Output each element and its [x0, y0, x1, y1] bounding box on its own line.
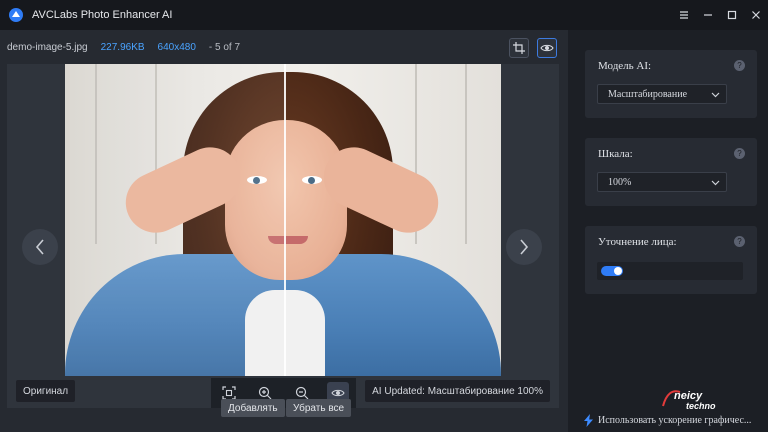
- remove-all-button[interactable]: Убрать все: [286, 399, 352, 417]
- gpu-acceleration-label: Использовать ускорение графичес...: [598, 415, 752, 426]
- file-index: - 5 of 7: [208, 41, 241, 53]
- help-icon[interactable]: ?: [734, 236, 745, 247]
- ai-model-card: Модель AI: ? Масштабирование: [585, 50, 757, 118]
- gpu-acceleration-option[interactable]: Использовать ускорение графичес...: [584, 414, 751, 427]
- file-size: 227.96KB: [100, 41, 145, 53]
- subject-eye: [302, 176, 322, 184]
- maximize-icon[interactable]: [720, 0, 744, 30]
- compare-split-handle[interactable]: [284, 64, 286, 376]
- image-viewer: Оригинал AI Updated: Масштабирование 100…: [7, 64, 559, 408]
- chevron-left-icon: [35, 239, 44, 255]
- window-controls: [672, 0, 768, 30]
- file-dimensions: 640x480: [157, 41, 196, 53]
- zoom-in-icon: [259, 386, 272, 400]
- file-name: demo-image-5.jpg: [7, 41, 88, 53]
- face-enhance-row: [597, 262, 743, 280]
- neicy-techno-watermark: neicy techno: [662, 390, 716, 411]
- scale-label: Шкала:: [598, 148, 633, 160]
- help-icon[interactable]: ?: [734, 60, 745, 71]
- photo-preview[interactable]: [65, 64, 501, 376]
- zoom-out-icon: [295, 386, 309, 400]
- fit-screen-icon: [222, 386, 236, 400]
- previous-image-button[interactable]: [22, 229, 58, 265]
- original-half-overlay: [65, 64, 285, 376]
- preview-toggle-button[interactable]: [537, 38, 557, 58]
- original-label: Оригинал: [16, 380, 76, 402]
- chevron-down-icon: [711, 180, 720, 186]
- settings-panel: Модель AI: ? Масштабирование Шкала: ? 10…: [568, 30, 768, 432]
- workspace: demo-image-5.jpg 227.96KB 640x480 - 5 of…: [0, 30, 568, 432]
- svg-text:techno: techno: [686, 401, 716, 411]
- crop-button[interactable]: [509, 38, 529, 58]
- face-enhance-toggle[interactable]: [601, 266, 623, 276]
- ai-updated-label: AI Updated: Масштабирование 100%: [365, 380, 550, 402]
- compare-eye-icon: [331, 389, 345, 397]
- help-icon[interactable]: ?: [734, 148, 745, 159]
- menu-icon[interactable]: [672, 0, 696, 30]
- app-title: AVCLabs Photo Enhancer AI: [32, 9, 173, 21]
- scale-value: 100%: [608, 176, 632, 188]
- wall-plank: [465, 64, 467, 244]
- scale-card: Шкала: ? 100%: [585, 138, 757, 206]
- chevron-down-icon: [711, 92, 720, 98]
- crop-icon: [513, 42, 525, 54]
- ai-model-select[interactable]: Масштабирование: [597, 84, 727, 104]
- face-enhance-card: Уточнение лица: ?: [585, 226, 757, 294]
- file-info-bar: demo-image-5.jpg 227.96KB 640x480 - 5 of…: [0, 30, 568, 64]
- title-bar: AVCLabs Photo Enhancer AI: [0, 0, 768, 30]
- ai-model-label: Модель AI:: [598, 60, 652, 72]
- add-button[interactable]: Добавлять: [221, 399, 285, 417]
- chevron-right-icon: [520, 239, 529, 255]
- next-image-button[interactable]: [506, 229, 542, 265]
- face-enhance-label: Уточнение лица:: [598, 236, 677, 248]
- ai-model-value: Масштабирование: [608, 88, 688, 100]
- eye-icon: [540, 44, 554, 52]
- close-icon[interactable]: [744, 0, 768, 30]
- minimize-icon[interactable]: [696, 0, 720, 30]
- lightning-icon: [584, 414, 593, 427]
- app-logo-icon: [9, 8, 23, 22]
- scale-select[interactable]: 100%: [597, 172, 727, 192]
